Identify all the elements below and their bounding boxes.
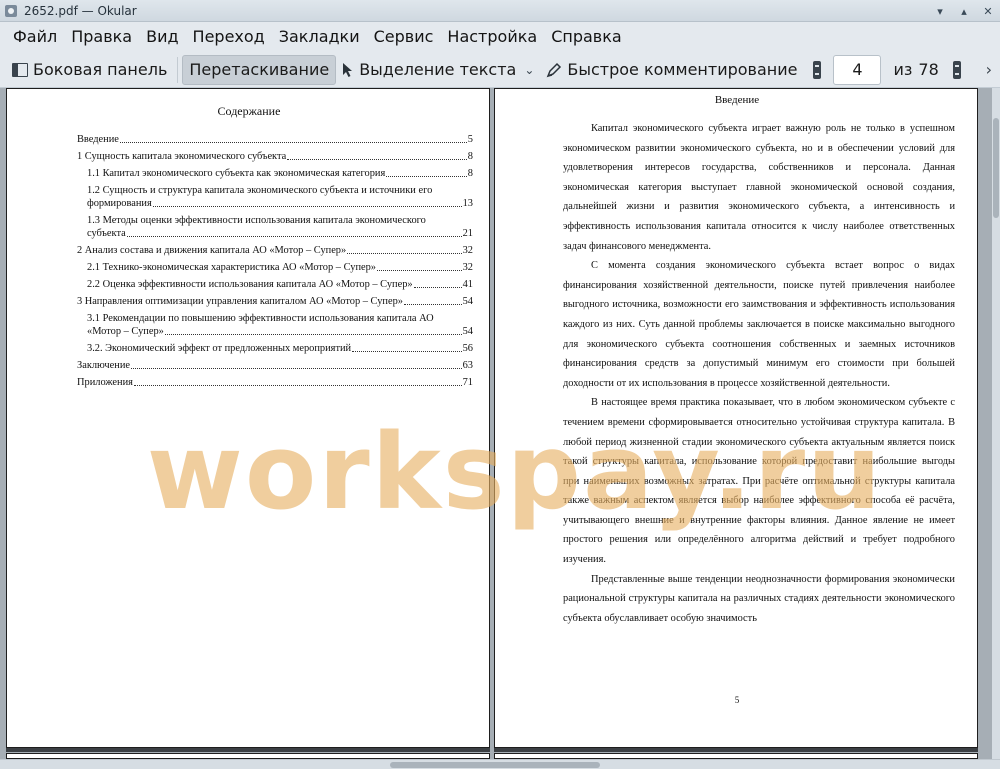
toc-heading: Содержание (217, 104, 281, 118)
sidebar-button[interactable]: Боковая панель (6, 55, 173, 85)
toc-entry[interactable]: 2 Анализ состава и движения капитала АО … (77, 244, 473, 257)
text-select-label: Выделение текста (359, 60, 517, 79)
intro-paragraph: Представленные выше тенденции неоднознач… (563, 573, 955, 624)
vertical-scroll-thumb[interactable] (993, 118, 999, 218)
toc-entry[interactable]: Введение 5 (77, 133, 473, 146)
menu-tools[interactable]: Сервис (367, 23, 441, 51)
horizontal-scroll-thumb[interactable] (390, 762, 600, 768)
page-number-input[interactable]: 4 (833, 54, 882, 85)
toc-entry[interactable]: 3.1 Рекомендации по повышению эффективно… (77, 312, 473, 338)
page-total-label: 78 (918, 60, 939, 79)
toc-entry[interactable]: 2.2 Оценка эффективности использования к… (77, 278, 473, 291)
title-bar: 2652.pdf — Okular ▾ ▴ ✕ (0, 0, 1000, 22)
next-page-icon[interactable] (952, 60, 961, 79)
toc-entry[interactable]: Заключение 63 (77, 359, 473, 372)
intro-heading: Введение (714, 94, 760, 106)
window-title: 2652.pdf — Okular (24, 3, 137, 18)
sidebar-button-label: Боковая панель (33, 60, 168, 79)
page-number: 5 (734, 695, 740, 705)
quick-annotate-label: Быстрое комментирование (567, 60, 798, 79)
intro-paragraph: В настоящее время практика показывает, ч… (563, 397, 955, 566)
drag-mode-button[interactable]: Перетаскивание (182, 54, 337, 85)
previous-page-icon[interactable] (813, 60, 822, 79)
toolbar-overflow-arrow-icon[interactable]: › (986, 60, 992, 79)
toc-entry[interactable]: 3.2. Экономический эффект от предложенны… (77, 342, 473, 355)
menu-bar: Файл Правка Вид Переход Закладки Сервис … (0, 22, 1000, 52)
pdf-page-toc: Содержание Введение 5 1 Сущность капитала… (6, 88, 490, 748)
menu-settings[interactable]: Настройка (440, 23, 544, 51)
vertical-scrollbar[interactable] (992, 88, 1000, 759)
minimize-icon[interactable]: ▾ (932, 3, 948, 19)
intro-body: Капитал экономического субъекта играет в… (563, 119, 955, 628)
okular-app-icon (4, 4, 18, 18)
menu-file[interactable]: Файл (6, 23, 64, 51)
text-select-button[interactable]: Выделение текста (336, 55, 522, 85)
toc-entry[interactable]: Приложения 71 (77, 376, 473, 389)
page-of-label: из (893, 60, 913, 79)
chevron-down-icon[interactable]: ⌄ (524, 63, 534, 77)
quick-annotate-button[interactable]: Быстрое комментирование (540, 55, 803, 85)
toc-entry[interactable]: 1.1 Капитал экономического субъекта как … (77, 167, 473, 180)
intro-paragraph: С момента создания экономического субъек… (563, 260, 955, 389)
intro-paragraph: Капитал экономического субъекта играет в… (563, 123, 955, 252)
page-gap (494, 748, 978, 752)
menu-help[interactable]: Справка (544, 23, 629, 51)
document-viewport[interactable]: Содержание Введение 5 1 Сущность капитала… (0, 88, 992, 759)
menu-edit[interactable]: Правка (64, 23, 139, 51)
pdf-page-introduction: Введение Капитал экономического субъекта… (494, 88, 978, 748)
window-controls: ▾ ▴ ✕ (932, 3, 996, 19)
toc-list: Введение 5 1 Сущность капитала экономичес… (77, 133, 473, 393)
close-icon[interactable]: ✕ (980, 3, 996, 19)
toolbar-separator (177, 56, 179, 83)
toc-entry[interactable]: 1.2 Сущность и структура капитала эконом… (77, 184, 473, 210)
menu-go[interactable]: Переход (186, 23, 272, 51)
toc-entry[interactable]: 1.3 Методы оценки эффективности использо… (77, 214, 473, 240)
menu-bookmarks[interactable]: Закладки (272, 23, 367, 51)
main-toolbar: Боковая панель Перетаскивание Выделение … (0, 52, 1000, 88)
menu-view[interactable]: Вид (139, 23, 185, 51)
toc-entry[interactable]: 3 Направления оптимизации управления кап… (77, 295, 473, 308)
toc-entry[interactable]: 1 Сущность капитала экономического субъе… (77, 150, 473, 163)
toc-entry[interactable]: 2.1 Технико-экономическая характеристика… (77, 261, 473, 274)
cursor-icon (343, 62, 353, 77)
drag-mode-label: Перетаскивание (189, 60, 330, 79)
horizontal-scrollbar[interactable] (0, 759, 1000, 769)
page-gap (6, 748, 490, 752)
sidebar-icon (12, 62, 28, 77)
maximize-icon[interactable]: ▴ (956, 3, 972, 19)
annotation-pen-icon (547, 62, 562, 77)
